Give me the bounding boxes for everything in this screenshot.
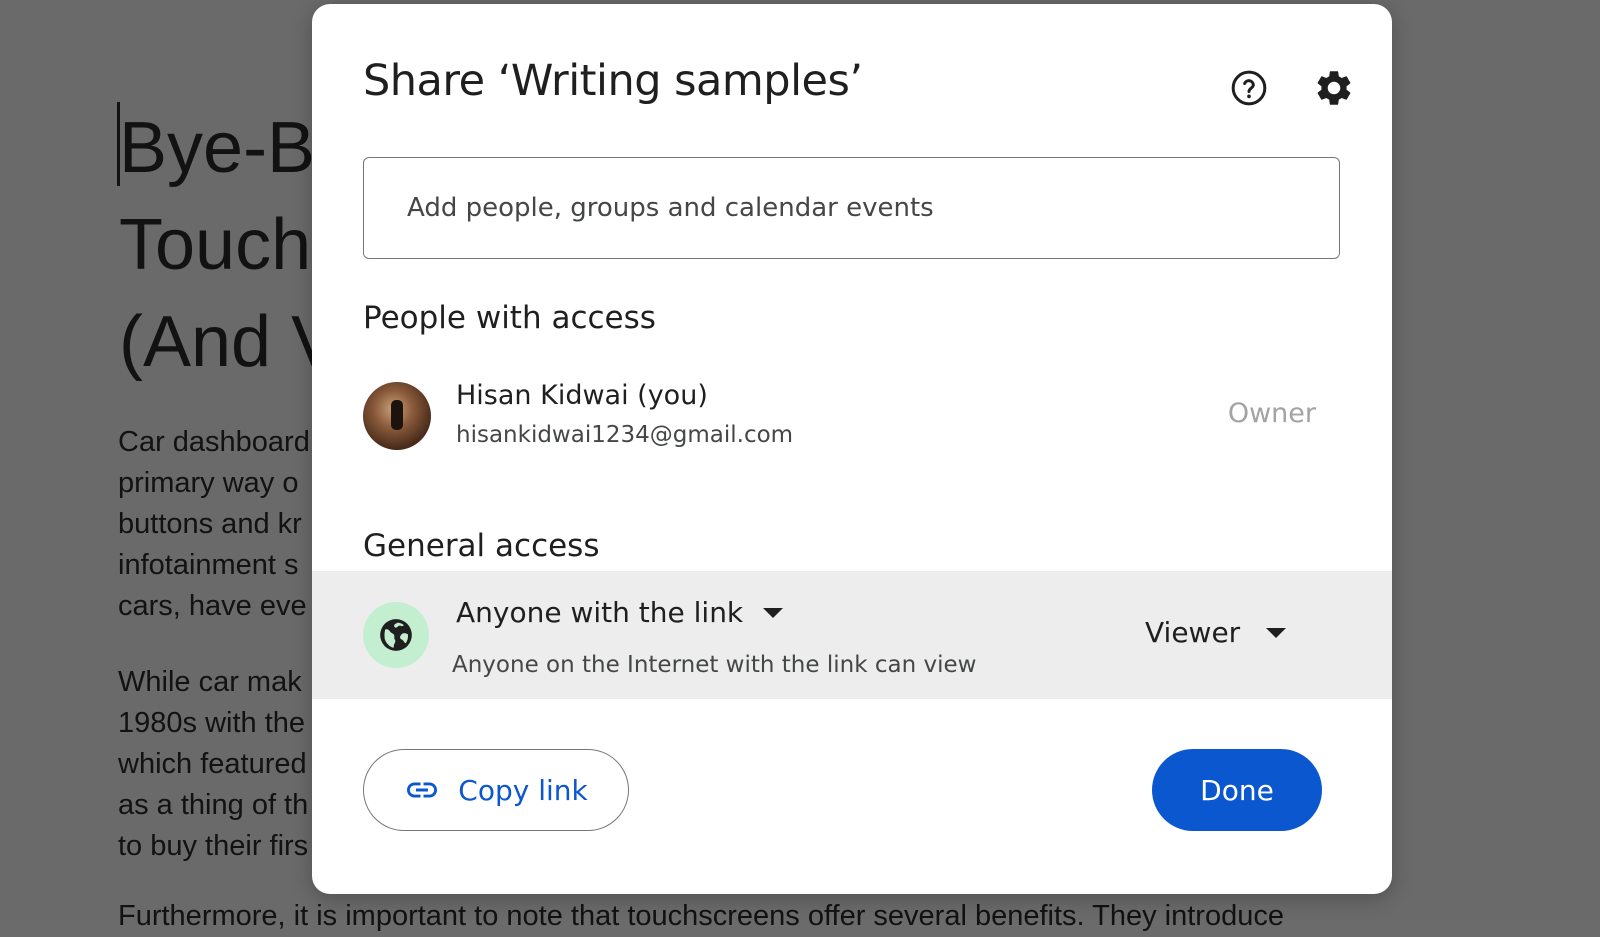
person-role-label: Owner bbox=[1227, 398, 1316, 429]
role-label: Viewer bbox=[1145, 616, 1241, 649]
done-button[interactable]: Done bbox=[1152, 749, 1322, 831]
link-icon bbox=[407, 782, 438, 798]
chevron-down-icon bbox=[763, 607, 784, 618]
general-access-heading: General access bbox=[363, 528, 600, 564]
document-paragraph: Furthermore, it is important to note tha… bbox=[118, 900, 1284, 932]
add-people-input[interactable] bbox=[363, 157, 1340, 259]
dialog-title: Share ‘Writing samples’ bbox=[363, 56, 863, 106]
link-scope-dropdown[interactable]: Anyone with the link bbox=[456, 596, 784, 629]
help-circle-icon bbox=[1231, 70, 1267, 106]
link-scope-description: Anyone on the Internet with the link can… bbox=[452, 652, 977, 678]
globe-badge bbox=[363, 602, 429, 668]
globe-icon bbox=[380, 619, 412, 651]
settings-button[interactable] bbox=[1308, 62, 1360, 114]
people-with-access-heading: People with access bbox=[363, 300, 656, 336]
role-dropdown[interactable]: Viewer bbox=[1145, 616, 1287, 649]
link-scope-label: Anyone with the link bbox=[456, 596, 744, 629]
done-label: Done bbox=[1200, 773, 1274, 807]
copy-link-button[interactable]: Copy link bbox=[363, 749, 629, 831]
chevron-down-icon bbox=[1266, 627, 1287, 638]
share-dialog: Share ‘Writing samples’ People with acce… bbox=[312, 4, 1392, 894]
gear-icon bbox=[1317, 71, 1351, 105]
avatar bbox=[363, 382, 431, 450]
help-button[interactable] bbox=[1223, 62, 1275, 114]
person-email: hisankidwai1234@gmail.com bbox=[456, 422, 794, 448]
copy-link-label: Copy link bbox=[458, 773, 588, 807]
person-name: Hisan Kidwai (you) bbox=[456, 380, 708, 411]
